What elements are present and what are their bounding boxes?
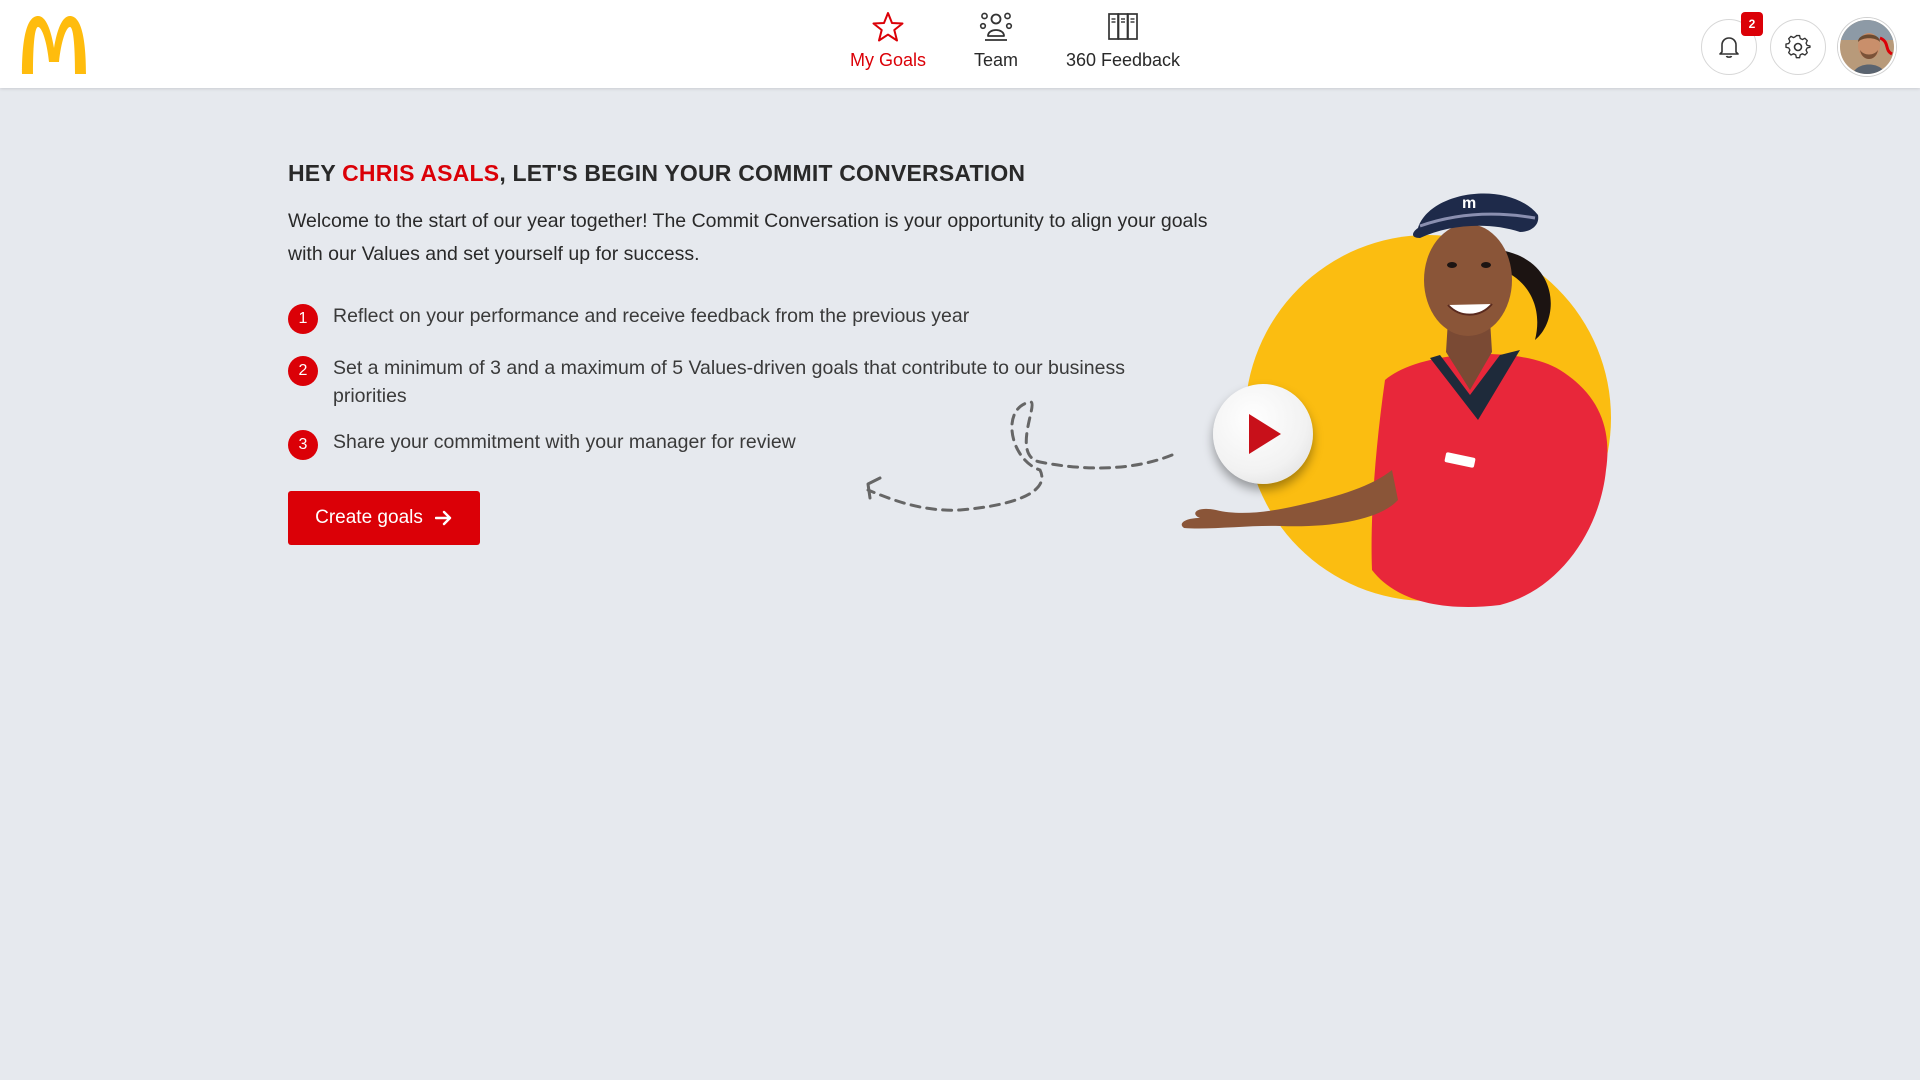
team-icon <box>979 12 1013 41</box>
play-video-button[interactable] <box>1213 384 1313 484</box>
user-name: CHRIS ASALS <box>342 160 500 186</box>
gear-icon <box>1785 34 1811 59</box>
settings-button[interactable] <box>1770 19 1826 75</box>
create-goals-button[interactable]: Create goals <box>288 491 480 545</box>
nav-label-team: Team <box>973 50 1018 70</box>
create-goals-label: Create goals <box>315 507 423 528</box>
svg-text:m: m <box>1462 195 1476 212</box>
nav-label-360-feedback: 360 Feedback <box>1065 50 1181 70</box>
headline-prefix: HEY <box>288 160 343 186</box>
dashed-arrow-head <box>866 476 882 500</box>
binders-icon <box>1108 13 1138 40</box>
user-avatar[interactable] <box>1838 18 1896 76</box>
play-icon <box>1249 414 1281 454</box>
notification-count-badge: 2 <box>1741 12 1763 36</box>
star-icon <box>872 12 904 42</box>
nav-label-my-goals: My Goals <box>849 50 927 70</box>
step-number-badge: 1 <box>288 304 318 334</box>
top-navigation-bar: My Goals Team 360 Feedback 2 <box>0 0 1920 88</box>
arrow-right-icon <box>434 510 452 526</box>
nav-tab-360-feedback[interactable]: 360 Feedback <box>1062 10 1184 80</box>
dashed-arrow-decoration <box>866 400 1174 512</box>
main-nav: My Goals Team 360 Feedback <box>0 0 1920 88</box>
step-number-badge: 2 <box>288 356 318 386</box>
step-number-badge: 3 <box>288 430 318 460</box>
bell-icon <box>1719 37 1739 58</box>
nav-tab-team[interactable]: Team <box>958 10 1034 80</box>
nav-tab-my-goals[interactable]: My Goals <box>848 10 928 80</box>
